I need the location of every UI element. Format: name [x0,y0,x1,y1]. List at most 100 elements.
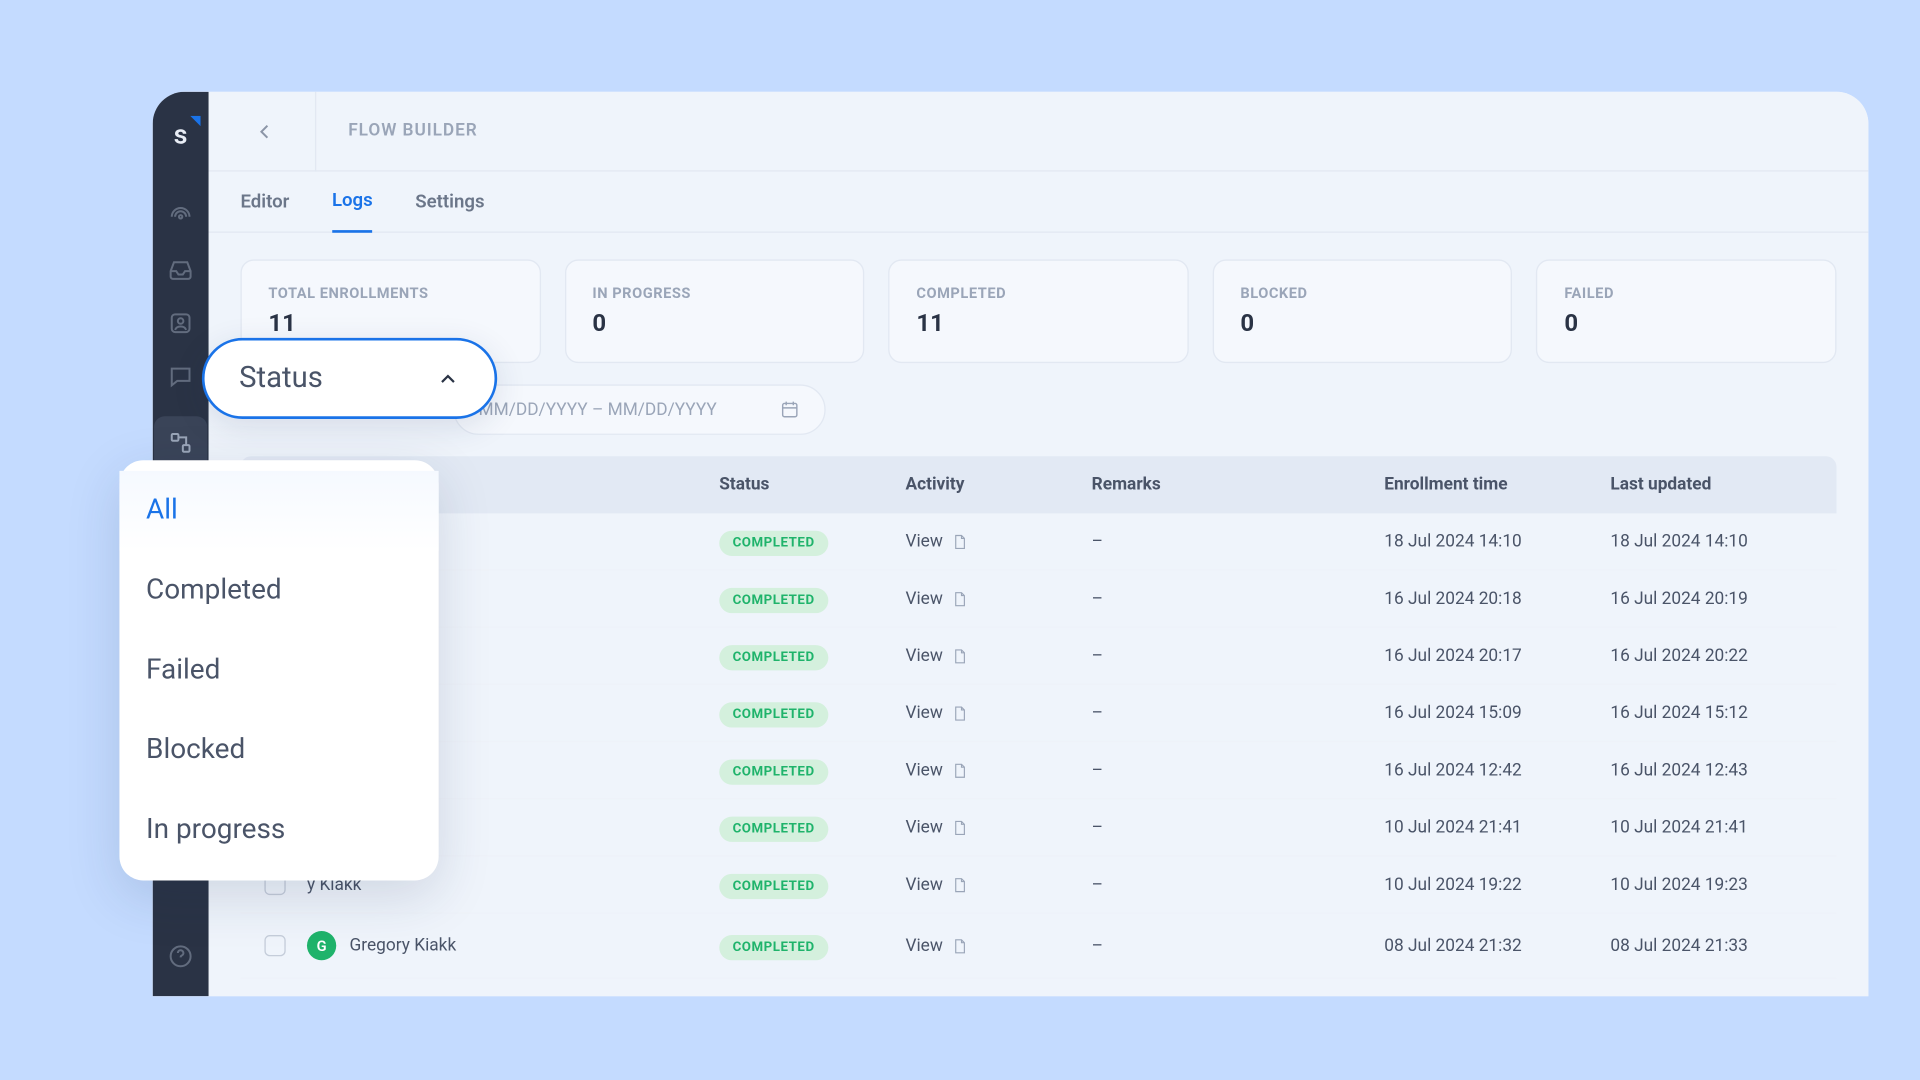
document-icon [951,876,968,893]
metric-card: BLOCKED0 [1212,259,1512,363]
document-icon [951,819,968,836]
view-activity-link[interactable]: View [905,936,968,956]
metric-value: 0 [1564,310,1808,338]
status-option[interactable]: Completed [119,551,438,631]
metric-label: IN PROGRESS [592,285,836,302]
updated-cell: 16 Jul 2024 20:22 [1610,646,1836,666]
updated-cell: 16 Jul 2024 12:43 [1610,760,1836,780]
col-enrollment: Enrollment time [1384,475,1610,495]
remarks-cell: – [1092,760,1385,780]
updated-cell: 16 Jul 2024 15:12 [1610,703,1836,723]
status-option[interactable]: All [119,471,438,551]
document-icon [951,937,968,954]
metric-card: IN PROGRESS 0 [564,259,864,363]
remarks-cell: – [1092,936,1385,956]
document-icon [951,533,968,550]
metric-label: FAILED [1564,285,1808,302]
updated-cell: 10 Jul 2024 21:41 [1610,817,1836,837]
metric-label: TOTAL ENROLLMENTS [268,285,512,302]
table-row: akk COMPLETED View – 18 Jul 2024 14:10 1… [240,513,1836,570]
col-activity: Activity [905,475,1091,495]
inbox-icon[interactable] [167,257,194,284]
status-badge: COMPLETED [719,530,828,555]
table-row: akk COMPLETED View – 16 Jul 2024 15:09 1… [240,685,1836,742]
updated-cell: 16 Jul 2024 20:19 [1610,589,1836,609]
remarks-cell: – [1092,817,1385,837]
chat-icon[interactable] [167,363,194,390]
view-activity-link[interactable]: View [905,646,968,666]
remarks-cell: – [1092,646,1385,666]
table-row: COMPLETED View – 16 Jul 2024 20:17 16 Ju… [240,628,1836,685]
remarks-cell: – [1092,531,1385,551]
app-logo: s [174,118,188,150]
enrollment-cell: 16 Jul 2024 20:17 [1384,646,1610,666]
table-header: Contact Status Activity Remarks Enrollme… [240,456,1836,513]
contact-icon[interactable] [167,310,194,337]
table-row: Kiakk COMPLETED View – 10 Jul 2024 21:41… [240,799,1836,856]
status-option[interactable]: Failed [119,630,438,710]
col-remarks: Remarks [1092,475,1385,495]
enrollment-cell: 08 Jul 2024 21:32 [1384,936,1610,956]
table-row: Kiakk COMPLETED View – 16 Jul 2024 12:42… [240,742,1836,799]
metric-label: COMPLETED [916,285,1160,302]
tab-logs[interactable]: Logs [332,190,373,233]
remarks-cell: – [1092,874,1385,894]
broadcast-icon[interactable] [167,204,194,231]
status-option[interactable]: Blocked [119,710,438,790]
topbar: FLOW BUILDER [209,92,1869,172]
status-filter-dropdown: AllCompletedFailedBlockedIn progress [119,460,438,880]
status-badge: COMPLETED [719,934,828,959]
table-row: GGregory Kiakk COMPLETED View – 08 Jul 2… [240,914,1836,979]
document-icon [951,761,968,778]
metric-value: 11 [916,310,1160,338]
view-activity-link[interactable]: View [905,817,968,837]
view-activity-link[interactable]: View [905,874,968,894]
contact-cell: GGregory Kiakk [307,931,719,960]
metric-card: FAILED 0 [1536,259,1836,363]
view-activity-link[interactable]: View [905,760,968,780]
status-badge: COMPLETED [719,587,828,612]
date-range-input[interactable]: MM/DD/YYYY – MM/DD/YYYY [453,384,825,435]
metric-value: 11 [268,310,512,338]
document-icon [951,590,968,607]
metric-card: COMPLETED 11 [888,259,1188,363]
updated-cell: 08 Jul 2024 21:33 [1610,936,1836,956]
tab-settings[interactable]: Settings [415,191,484,231]
enrollment-cell: 10 Jul 2024 21:41 [1384,817,1610,837]
date-placeholder: MM/DD/YYYY – MM/DD/YYYY [479,400,717,420]
row-checkbox[interactable] [264,935,285,956]
table-row: y Kiakk COMPLETED View – 10 Jul 2024 19:… [240,857,1836,914]
calendar-icon [779,399,800,420]
table-row: akk COMPLETED View – 16 Jul 2024 20:18 1… [240,571,1836,628]
view-activity-link[interactable]: View [905,589,968,609]
enrollment-cell: 18 Jul 2024 14:10 [1384,531,1610,551]
back-button[interactable] [240,107,288,155]
enrollment-cell: 16 Jul 2024 12:42 [1384,760,1610,780]
main-content: FLOW BUILDER Editor Logs Settings TOTAL … [209,92,1869,996]
status-badge: COMPLETED [719,759,828,784]
status-badge: COMPLETED [719,702,828,727]
logs-table: Contact Status Activity Remarks Enrollme… [240,456,1836,979]
tab-editor[interactable]: Editor [240,191,289,231]
view-activity-link[interactable]: View [905,703,968,723]
status-option[interactable]: In progress [119,790,438,870]
status-badge: COMPLETED [719,873,828,898]
document-icon [951,704,968,721]
status-filter-trigger[interactable]: Status [202,338,497,419]
document-icon [951,647,968,664]
remarks-cell: – [1092,589,1385,609]
page-title: FLOW BUILDER [348,121,478,141]
help-icon[interactable] [167,943,194,970]
updated-cell: 18 Jul 2024 14:10 [1610,531,1836,551]
status-badge: COMPLETED [719,644,828,669]
view-activity-link[interactable]: View [905,531,968,551]
enrollment-cell: 16 Jul 2024 15:09 [1384,703,1610,723]
metric-value: 0 [592,310,836,338]
status-badge: COMPLETED [719,816,828,841]
enrollment-cell: 10 Jul 2024 19:22 [1384,874,1610,894]
avatar: G [307,931,336,960]
col-updated: Last updated [1610,475,1836,495]
status-filter-label: Status [239,362,323,395]
metric-label: BLOCKED [1240,285,1484,302]
remarks-cell: – [1092,703,1385,723]
